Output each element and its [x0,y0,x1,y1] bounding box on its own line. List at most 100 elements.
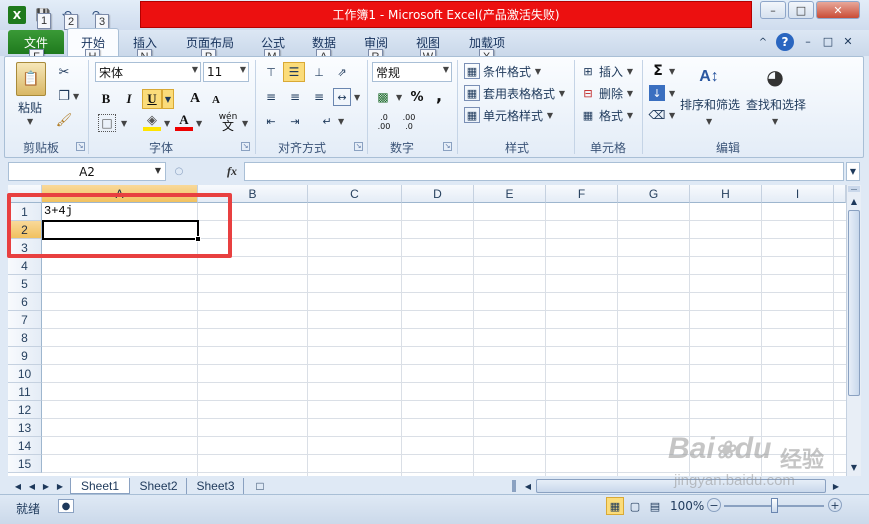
column-header[interactable]: I [762,185,834,203]
clear-icon[interactable]: ⌫ [649,107,666,123]
row-header[interactable]: 14 [8,437,42,455]
sort-dropdown-icon[interactable]: ▼ [706,117,712,126]
wrap-text-icon[interactable]: ↵ [317,112,337,130]
copy-dropdown-icon[interactable]: ▼ [73,92,79,101]
format-table-icon[interactable]: ▦ [464,85,480,101]
fill-icon[interactable]: ↓ [649,85,665,101]
delete-cells-icon[interactable]: ⊟ [580,85,596,101]
borders-icon[interactable]: □ [98,114,116,132]
column-header[interactable]: C [308,185,402,203]
copy-icon[interactable]: ❐ [56,88,72,104]
scroll-split-icon[interactable]: ― [848,186,860,193]
column-header[interactable]: F [546,185,618,203]
sort-filter-icon[interactable]: A↕ [694,62,724,92]
column-header[interactable]: G [618,185,690,203]
increase-indent-icon[interactable]: ⇥ [285,112,305,130]
page-layout-view-icon[interactable]: ▢ [626,497,644,515]
borders-dropdown-icon[interactable]: ▼ [121,119,127,128]
paste-button[interactable]: 粘贴 [18,99,42,116]
format-cells-button[interactable]: 格式 ▼ [599,107,633,124]
decrease-indent-icon[interactable]: ⇤ [261,112,281,130]
row-header[interactable]: 4 [8,257,42,275]
conditional-format-button[interactable]: 条件格式 ▼ [483,63,541,80]
scroll-left-icon[interactable]: ◀ [522,479,534,493]
formula-input[interactable] [244,162,844,181]
row-header[interactable]: 5 [8,275,42,293]
delete-cells-button[interactable]: 删除 ▼ [599,85,633,102]
row-header[interactable]: 12 [8,401,42,419]
bold-button[interactable]: B [97,90,115,108]
insert-sheet-icon[interactable]: □ [248,478,272,494]
orientation-icon[interactable]: ⇗ [333,63,351,81]
last-sheet-icon[interactable]: ▶ [54,479,66,493]
maximize-button[interactable]: □ [788,1,814,19]
clipboard-launcher-icon[interactable]: ↘ [76,142,85,151]
sheet-tab-sheet1[interactable]: Sheet1 [70,478,130,494]
find-select-icon[interactable]: ◕ [760,62,790,92]
percent-button[interactable]: % [408,88,426,106]
format-painter-icon[interactable]: 🖌 [56,112,73,128]
wrap-dropdown-icon[interactable]: ▼ [338,117,344,126]
cell-styles-button[interactable]: 单元格样式 ▼ [483,107,553,124]
row-header[interactable]: 13 [8,419,42,437]
row-header[interactable]: 9 [8,347,42,365]
row-header[interactable]: 11 [8,383,42,401]
tab-split-handle[interactable] [512,480,516,492]
fill-dropdown-icon[interactable]: ▼ [669,89,675,98]
phonetic-dropdown-icon[interactable]: ▼ [242,119,248,128]
insert-cells-button[interactable]: 插入 ▼ [599,63,633,80]
next-sheet-icon[interactable]: ▶ [40,479,52,493]
comma-button[interactable]: , [432,86,446,105]
close-button[interactable]: ✕ [816,1,860,19]
first-sheet-icon[interactable]: ◀ [12,479,24,493]
currency-dropdown-icon[interactable]: ▼ [396,93,402,102]
underline-button[interactable]: U [142,89,162,109]
number-launcher-icon[interactable]: ↘ [443,142,452,151]
align-middle-icon[interactable]: ☰ [283,62,305,82]
scroll-up-icon[interactable]: ▲ [848,194,860,208]
collapse-ribbon-icon[interactable]: ^ [755,34,771,50]
align-center-icon[interactable]: ≡ [285,88,305,106]
normal-view-icon[interactable]: ▦ [606,497,624,515]
align-right-icon[interactable]: ≡ [309,88,329,106]
align-left-icon[interactable]: ≡ [261,88,281,106]
conditional-format-icon[interactable]: ▦ [464,63,480,79]
cell-styles-icon[interactable]: ▦ [464,107,480,123]
sheet-tab-sheet2[interactable]: Sheet2 [131,478,187,494]
row-header[interactable]: 15 [8,455,42,473]
row-header[interactable]: 7 [8,311,42,329]
row-header[interactable]: 10 [8,365,42,383]
fill-color-dropdown-icon[interactable]: ▼ [164,119,170,128]
font-color-dropdown-icon[interactable]: ▼ [196,119,202,128]
find-select-button[interactable]: 查找和选择 [746,96,806,113]
doc-close-button[interactable]: ✕ [840,33,856,49]
column-header[interactable]: H [690,185,762,203]
page-break-view-icon[interactable]: ▤ [646,497,664,515]
vertical-scroll-thumb[interactable] [848,210,860,396]
column-header[interactable]: E [474,185,546,203]
italic-button[interactable]: I [120,90,138,108]
sheet-tab-sheet3[interactable]: Sheet3 [188,478,244,494]
font-size-combo[interactable]: 11 ▼ [203,62,249,82]
prev-sheet-icon[interactable]: ◀ [26,479,38,493]
column-header[interactable] [834,185,846,203]
doc-minimize-button[interactable]: – [800,33,816,49]
underline-dropdown-icon[interactable]: ▼ [162,89,174,109]
autosum-icon[interactable]: Σ [649,62,667,80]
row-header[interactable]: 6 [8,293,42,311]
font-name-combo[interactable]: 宋体 ▼ [95,62,201,82]
excel-logo-icon[interactable]: X [8,6,26,24]
font-launcher-icon[interactable]: ↘ [241,142,250,151]
phonetic-guide-icon[interactable]: wén 文 [217,112,239,133]
insert-function-button[interactable]: fx [222,163,242,179]
currency-icon[interactable]: ▩ [373,88,393,106]
shrink-font-button[interactable]: A [208,92,224,108]
formula-expand-icon[interactable]: ○ [172,163,186,179]
find-dropdown-icon[interactable]: ▼ [772,117,778,126]
alignment-launcher-icon[interactable]: ↘ [354,142,363,151]
decrease-decimal-icon[interactable]: .00 .0 [398,112,420,132]
minimize-button[interactable]: – [760,1,786,19]
format-cells-icon[interactable]: ▦ [580,107,596,123]
align-top-icon[interactable]: ⊤ [261,63,281,81]
paste-dropdown-icon[interactable]: ▼ [27,117,33,126]
